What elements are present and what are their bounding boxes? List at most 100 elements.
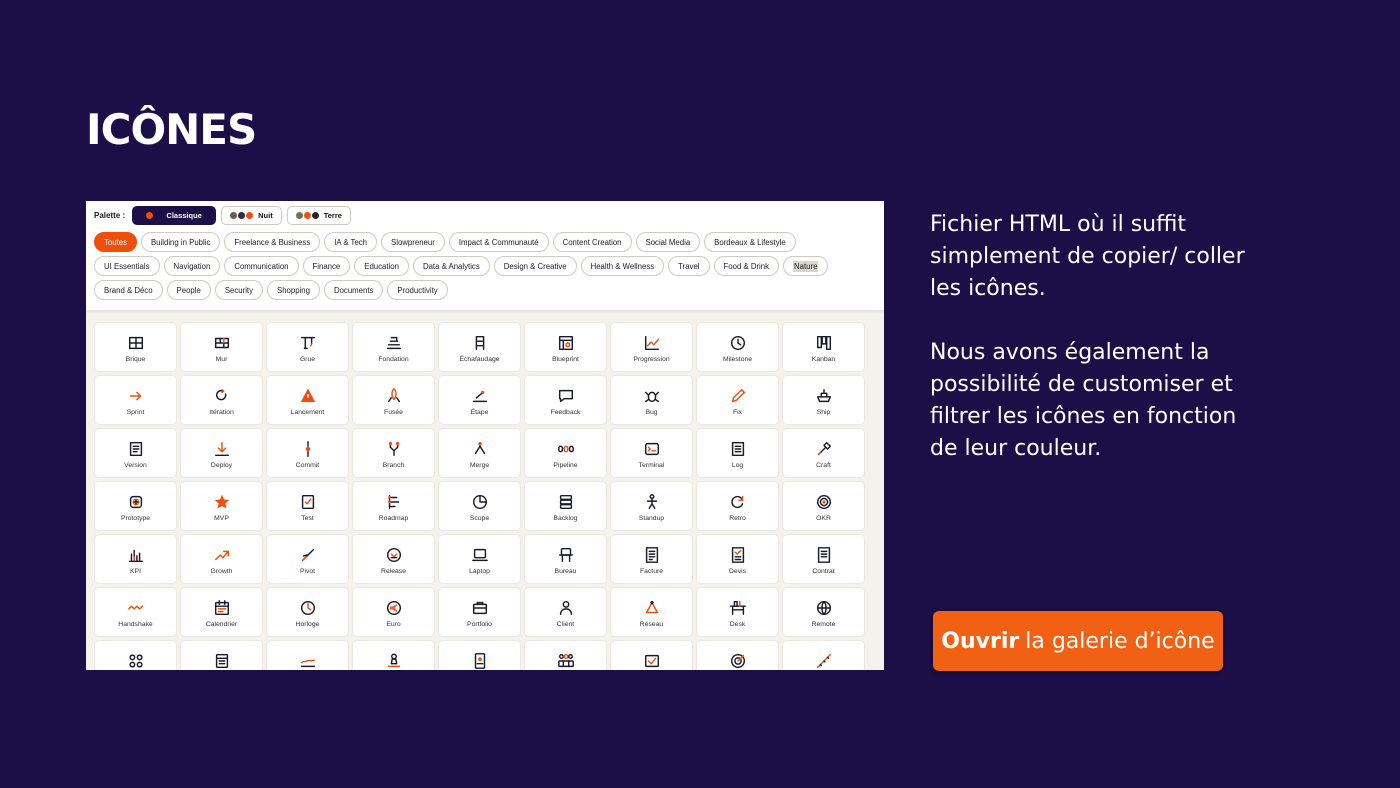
icon-tile[interactable]: Version <box>94 428 177 478</box>
filter-chip[interactable]: Productivity <box>387 280 448 300</box>
icon-tile[interactable]: Fondation <box>352 322 435 372</box>
icon-tile[interactable]: Release <box>352 534 435 584</box>
icon-tile[interactable]: Retro <box>696 481 779 531</box>
icon-tile[interactable] <box>524 640 607 670</box>
filter-chip-label: Brand & Déco <box>104 285 153 295</box>
icon-tile[interactable]: Itération <box>180 375 263 425</box>
icon-label: Itération <box>209 409 234 416</box>
filter-chip[interactable]: Finance <box>302 256 351 276</box>
icon-tile[interactable]: Grue <box>266 322 349 372</box>
filter-chip[interactable]: Slowpreneur <box>381 232 445 252</box>
icon-tile[interactable]: OKR <box>782 481 865 531</box>
icon-tile[interactable]: Devis <box>696 534 779 584</box>
icon-tile[interactable]: Terminal <box>610 428 693 478</box>
filter-chip[interactable]: Toutes <box>94 232 137 252</box>
icon-tile[interactable]: Euro <box>352 587 435 637</box>
icon-tile[interactable]: Test <box>266 481 349 531</box>
filter-chip[interactable]: UI Essentials <box>94 256 160 276</box>
filter-chip[interactable]: Impact & Communauté <box>448 232 549 252</box>
icon-tile[interactable]: Bug <box>610 375 693 425</box>
icon-tile[interactable] <box>610 640 693 670</box>
icon-tile[interactable]: Ship <box>782 375 865 425</box>
icon-tile[interactable]: Remote <box>782 587 865 637</box>
icon-tile[interactable]: Pivot <box>266 534 349 584</box>
icon-tile[interactable]: Feedback <box>524 375 607 425</box>
icon-tile[interactable]: Bureau <box>524 534 607 584</box>
filter-chip[interactable]: Communication <box>224 256 299 276</box>
filter-chip[interactable]: Food & Drink <box>713 256 780 276</box>
icon-tile[interactable]: Brique <box>94 322 177 372</box>
icon-label: Standup <box>638 515 665 522</box>
icon-tile[interactable]: Portfolio <box>438 587 521 637</box>
icon-tile[interactable]: MVP <box>180 481 263 531</box>
icon-tile[interactable]: Merge <box>438 428 521 478</box>
open-gallery-button[interactable]: Ouvrir la galerie d’icône <box>933 611 1223 671</box>
icon-tile[interactable]: Étape <box>438 375 521 425</box>
icon-tile[interactable]: Prototype <box>94 481 177 531</box>
icon-tile[interactable]: Log <box>696 428 779 478</box>
icon-tile[interactable] <box>696 640 779 670</box>
icon-tile[interactable]: Desk <box>696 587 779 637</box>
filter-chip[interactable]: Security <box>214 280 263 300</box>
icon-tile[interactable]: Contrat <box>782 534 865 584</box>
filter-chip[interactable]: Data & Analytics <box>412 256 490 276</box>
filter-chip[interactable]: Design & Creative <box>493 256 577 276</box>
icon-tile[interactable]: Mur <box>180 322 263 372</box>
filter-chip[interactable]: People <box>166 280 211 300</box>
icon-tile[interactable]: Branch <box>352 428 435 478</box>
icon-tile[interactable]: Scope <box>438 481 521 531</box>
filter-chip[interactable]: Content Creation <box>552 232 632 252</box>
icon-tile[interactable] <box>94 640 177 670</box>
icon-tile[interactable]: Facture <box>610 534 693 584</box>
filter-chip[interactable]: Nature <box>783 256 829 276</box>
icon-tile[interactable]: Échafaudage <box>438 322 521 372</box>
icon-tile[interactable]: Calendrier <box>180 587 263 637</box>
icon-tile[interactable]: Fusée <box>352 375 435 425</box>
icon-tile[interactable]: KPI <box>94 534 177 584</box>
icon-tile[interactable]: Roadmap <box>352 481 435 531</box>
filter-chip[interactable]: Health & Wellness <box>580 256 665 276</box>
icon-tile[interactable]: Kanban <box>782 322 865 372</box>
filter-chip[interactable]: Documents <box>323 280 384 300</box>
icon-tile[interactable]: Sprint <box>94 375 177 425</box>
icon-tile[interactable] <box>782 640 865 670</box>
filter-chip[interactable]: Travel <box>668 256 710 276</box>
icon-tile[interactable] <box>180 640 263 670</box>
palette-option-classique[interactable]: Classique <box>132 206 217 225</box>
palette-option-nuit[interactable]: Nuit <box>221 206 282 225</box>
icon-tile[interactable]: Client <box>524 587 607 637</box>
icon-tile[interactable]: Horloge <box>266 587 349 637</box>
icon-label: Handshake <box>118 621 153 628</box>
palette-option-terre[interactable]: Terre <box>286 206 351 225</box>
icon-tile[interactable]: Standup <box>610 481 693 531</box>
sprint-icon <box>127 387 145 405</box>
filter-chip[interactable]: Education <box>354 256 409 276</box>
filter-chip[interactable]: Freelance & Business <box>224 232 321 252</box>
icon-tile[interactable]: Réseau <box>610 587 693 637</box>
icon-label: Version <box>124 462 147 469</box>
filter-chip[interactable]: IA & Tech <box>324 232 378 252</box>
icon-tile[interactable]: Backlog <box>524 481 607 531</box>
icon-tile[interactable]: Fix <box>696 375 779 425</box>
icon-tile[interactable]: Pipeline <box>524 428 607 478</box>
icon-tile[interactable] <box>266 640 349 670</box>
icon-tile[interactable]: Growth <box>180 534 263 584</box>
filter-chip[interactable]: Social Media <box>635 232 701 252</box>
filter-chip[interactable]: Shopping <box>267 280 320 300</box>
icon-tile[interactable]: Commit <box>266 428 349 478</box>
icon-tile[interactable] <box>352 640 435 670</box>
icon-tile[interactable]: Deploy <box>180 428 263 478</box>
icon-tile[interactable]: Progression <box>610 322 693 372</box>
icon-tile[interactable]: Handshake <box>94 587 177 637</box>
icon-tile[interactable]: Craft <box>782 428 865 478</box>
filter-chip[interactable]: Navigation <box>163 256 221 276</box>
icon-tile[interactable]: Lancement <box>266 375 349 425</box>
filter-chip[interactable]: Building in Public <box>140 232 221 252</box>
filter-chip[interactable]: Bordeaux & Lifestyle <box>704 232 796 252</box>
icon-tile[interactable]: Blueprint <box>524 322 607 372</box>
icon-label: Sprint <box>126 409 145 416</box>
icon-tile[interactable]: Milestone <box>696 322 779 372</box>
icon-tile[interactable] <box>438 640 521 670</box>
icon-tile[interactable]: Laptop <box>438 534 521 584</box>
filter-chip[interactable]: Brand & Déco <box>94 280 163 300</box>
